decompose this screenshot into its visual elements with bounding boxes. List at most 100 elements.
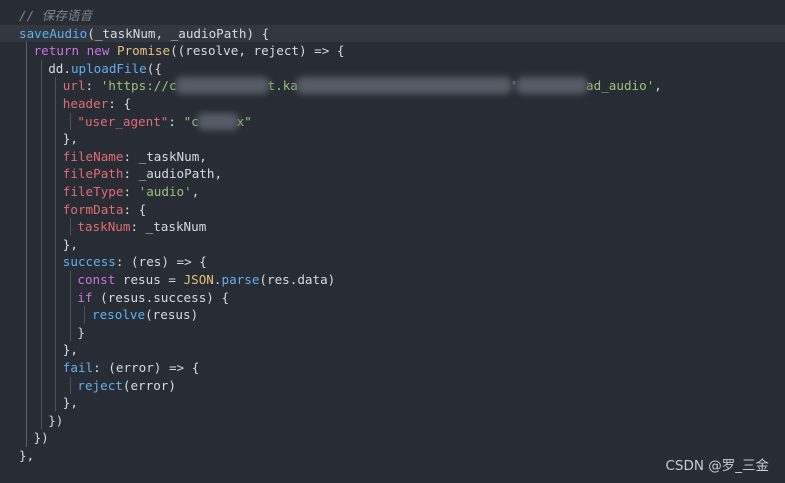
- code-token: },: [62, 395, 78, 411]
- code-text: header: {: [63, 95, 131, 113]
- code-token: },: [19, 448, 35, 463]
- code-token: 'audio': [138, 184, 192, 199]
- indent-guide: [55, 130, 57, 148]
- indent-guide: [55, 306, 57, 324]
- code-token: saveAudio: [19, 25, 88, 41]
- indent-guide: [26, 165, 27, 183]
- code-line[interactable]: if (resus.success) {: [0, 288, 785, 307]
- code-line[interactable]: formData: {: [0, 200, 785, 219]
- indent-guide: [55, 323, 57, 342]
- code-line[interactable]: return new Promise((resolve, reject) => …: [0, 42, 785, 60]
- code-line[interactable]: },: [0, 130, 785, 148]
- code-line[interactable]: }): [0, 429, 785, 447]
- code-token: : (error) => {: [93, 360, 200, 375]
- code-token: (error): [122, 377, 176, 393]
- code-line[interactable]: header: {: [0, 95, 785, 113]
- redacted-text: [174, 77, 270, 95]
- code-editor[interactable]: // 保存语音 saveAudio(_taskNum, _audioPath) {…: [0, 0, 785, 483]
- code-line[interactable]: reject(error): [0, 376, 785, 395]
- code-token: uploadFile: [70, 60, 147, 76]
- indent-guide: [69, 288, 71, 307]
- indent-guide: [26, 359, 27, 377]
- code-token: (resus.success) {: [100, 289, 230, 305]
- indent-guide: [69, 271, 71, 289]
- code-token: .: [213, 272, 222, 287]
- code-token: : {: [108, 96, 132, 111]
- code-token: },: [62, 236, 78, 252]
- indent-guide: [26, 376, 27, 395]
- code-token: filePath: [62, 166, 124, 182]
- code-token: // 保存语音: [19, 8, 93, 23]
- indent-guide: [55, 253, 57, 271]
- code-token: ({: [146, 60, 162, 76]
- code-line[interactable]: fail: (error) => {: [0, 359, 785, 377]
- code-line[interactable]: fileType: 'audio',: [0, 183, 785, 201]
- indent-guide: [26, 271, 27, 289]
- code-line[interactable]: url: 'https://c t.ka ' ad_audio',: [0, 77, 785, 95]
- indent-guide: [26, 253, 27, 271]
- code-text: if (resus.success) {: [77, 289, 229, 307]
- code-text: return new Promise((resolve, reject) => …: [34, 42, 345, 60]
- indent-guide: [55, 376, 57, 395]
- code-line[interactable]: filePath: _audioPath,: [0, 165, 785, 183]
- indent-guide: [26, 147, 27, 166]
- indent-guide: [40, 130, 42, 148]
- code-text: resolve(resus): [92, 306, 198, 324]
- indent-guide: [40, 394, 42, 412]
- indent-guide: [40, 235, 42, 254]
- indent-guide: [40, 147, 42, 166]
- code-token: :: [168, 113, 184, 129]
- code-line[interactable]: // 保存语音: [0, 7, 785, 25]
- code-token: }: [77, 324, 85, 340]
- indent-guide: [69, 323, 71, 342]
- code-line[interactable]: const resus = JSON.parse(res.data): [0, 271, 785, 289]
- indent-guide: [55, 165, 57, 183]
- code-text: }: [77, 324, 85, 342]
- indent-guide: [40, 271, 42, 289]
- code-token: (_taskNum, _audioPath) {: [87, 25, 270, 41]
- indent-guide: [55, 112, 57, 131]
- code-line[interactable]: "user_agent": "c x": [0, 112, 785, 131]
- code-token: taskNum: [77, 219, 131, 235]
- code-token: reject: [77, 377, 123, 393]
- code-line[interactable]: fileName: _taskNum,: [0, 147, 785, 166]
- code-text: fileType: 'audio',: [63, 183, 200, 201]
- indent-guide: [55, 218, 57, 236]
- indent-guide: [26, 341, 27, 359]
- code-token: JSON: [183, 272, 214, 287]
- code-line[interactable]: },: [0, 341, 785, 359]
- code-line[interactable]: }): [0, 411, 785, 430]
- code-text: dd.uploadFile({: [48, 60, 162, 78]
- indent-guide: [55, 359, 57, 377]
- code-token: fail: [62, 360, 94, 375]
- code-line[interactable]: saveAudio(_taskNum, _audioPath) {: [0, 24, 785, 43]
- code-token: (res.data): [259, 272, 336, 287]
- code-token: ,: [654, 78, 662, 94]
- indent-guide: [26, 411, 27, 430]
- code-token: },: [62, 131, 78, 147]
- code-line[interactable]: resolve(resus): [0, 306, 785, 324]
- code-line[interactable]: },: [0, 235, 785, 254]
- code-line[interactable]: },: [0, 394, 785, 412]
- indent-guide: [40, 59, 42, 78]
- indent-guide: [55, 200, 57, 219]
- indent-guide: [40, 183, 42, 201]
- redacted-text: [295, 77, 513, 95]
- indent-guide: [40, 323, 42, 342]
- redaction-blur: [196, 112, 239, 130]
- indent-guide: [26, 112, 27, 131]
- code-token: fileType: [62, 184, 124, 199]
- code-token: formData: [62, 201, 124, 217]
- indent-guide: [26, 200, 27, 219]
- indent-guide: [40, 200, 42, 219]
- code-text: // 保存语音: [19, 7, 92, 25]
- code-text: }): [34, 429, 49, 447]
- code-line[interactable]: success: (res) => {: [0, 253, 785, 271]
- indent-guide: [26, 42, 27, 60]
- code-line[interactable]: taskNum: _taskNum: [0, 218, 785, 236]
- code-token: url: [62, 78, 86, 94]
- code-token: : (res) => {: [115, 254, 207, 270]
- code-line[interactable]: }: [0, 323, 785, 342]
- code-token: const: [77, 272, 123, 287]
- code-line[interactable]: dd.uploadFile({: [0, 59, 785, 78]
